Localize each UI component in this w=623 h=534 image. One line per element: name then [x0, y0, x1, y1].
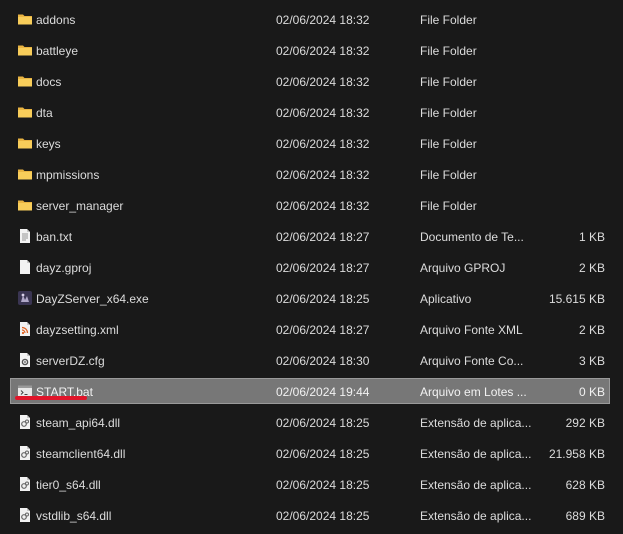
- file-name: serverDZ.cfg: [36, 353, 105, 368]
- file-name: ban.txt: [36, 229, 73, 244]
- start-bat-red-underline: [15, 396, 87, 400]
- file-modified-date: 02/06/2024 18:27: [276, 322, 370, 337]
- file-size: 0 KB: [578, 384, 605, 399]
- dll-file-icon: [17, 476, 33, 492]
- file-row-dta[interactable]: dta 02/06/2024 18:32 File Folder: [10, 99, 610, 125]
- file-modified-date: 02/06/2024 18:32: [276, 105, 370, 120]
- file-type: File Folder: [420, 105, 477, 120]
- folder-icon: [17, 73, 33, 89]
- file-row-serverdz-cfg[interactable]: serverDZ.cfg 02/06/2024 18:30 Arquivo Font…: [10, 347, 610, 373]
- file-name: DayZServer_x64.exe: [36, 291, 149, 306]
- file-type: Arquivo Fonte Co...: [420, 353, 524, 368]
- file-size: 15.615 KB: [548, 291, 605, 306]
- file-name: dayzsetting.xml: [36, 322, 119, 337]
- file-name: docs: [36, 74, 62, 89]
- file-name: keys: [36, 136, 61, 151]
- file-name: battleye: [36, 43, 79, 58]
- file-name: dayz.gproj: [36, 260, 92, 275]
- file-type: File Folder: [420, 198, 477, 213]
- file-modified-date: 02/06/2024 18:32: [276, 167, 370, 182]
- file-size: 2 KB: [578, 322, 605, 337]
- file-type: File Folder: [420, 43, 477, 58]
- file-modified-date: 02/06/2024 18:30: [276, 353, 370, 368]
- file-type: Extensão de aplica...: [420, 477, 532, 492]
- file-row-keys[interactable]: keys 02/06/2024 18:32 File Folder: [10, 130, 610, 156]
- file-modified-date: 02/06/2024 19:44: [276, 384, 370, 399]
- file-row-start-bat[interactable]: START.bat 02/06/2024 19:44 Arquivo em Lote…: [10, 377, 610, 404]
- file-name: steamclient64.dll: [36, 446, 126, 461]
- file-type: File Folder: [420, 167, 477, 182]
- file-size: 689 KB: [565, 508, 605, 523]
- dll-file-icon: [17, 507, 33, 523]
- file-name: server_manager: [36, 198, 124, 213]
- file-type: Extensão de aplica...: [420, 508, 532, 523]
- file-modified-date: 02/06/2024 18:32: [276, 43, 370, 58]
- file-size: 628 KB: [565, 477, 605, 492]
- file-row-ban-txt[interactable]: ban.txt 02/06/2024 18:27 Documento de Te..…: [10, 223, 610, 249]
- folder-icon: [17, 197, 33, 213]
- file-row-server-manager[interactable]: server_manager 02/06/2024 18:32 File Folde…: [10, 192, 610, 218]
- file-row-vstdlib-s64-dll[interactable]: vstdlib_s64.dll 02/06/2024 18:25 Extensão …: [10, 502, 610, 528]
- folder-icon: [17, 166, 33, 182]
- xml-file-icon: [17, 321, 33, 337]
- dayz-app-icon: [17, 290, 33, 306]
- file-name: steam_api64.dll: [36, 415, 121, 430]
- file-modified-date: 02/06/2024 18:25: [276, 446, 370, 461]
- file-row-dayzsetting-xml[interactable]: dayzsetting.xml 02/06/2024 18:27 Arquivo F…: [10, 316, 610, 342]
- file-type: File Folder: [420, 12, 477, 27]
- file-name: tier0_s64.dll: [36, 477, 101, 492]
- file-name: addons: [36, 12, 76, 27]
- file-row-dayzserver-x64-exe[interactable]: DayZServer_x64.exe 02/06/2024 18:25 Aplica…: [10, 285, 610, 311]
- config-file-icon: [17, 352, 33, 368]
- file-row-dayz-gproj[interactable]: dayz.gproj 02/06/2024 18:27 Arquivo GPROJ 2…: [10, 254, 610, 280]
- file-name: vstdlib_s64.dll: [36, 508, 112, 523]
- file-type: Arquivo GPROJ: [420, 260, 506, 275]
- file-type: Extensão de aplica...: [420, 446, 532, 461]
- file-row-steam-api64-dll[interactable]: steam_api64.dll 02/06/2024 18:25 Extensão …: [10, 409, 610, 435]
- file-modified-date: 02/06/2024 18:25: [276, 508, 370, 523]
- folder-icon: [17, 135, 33, 151]
- file-name: mpmissions: [36, 167, 100, 182]
- file-type: Extensão de aplica...: [420, 415, 532, 430]
- file-type: Arquivo Fonte XML: [420, 322, 523, 337]
- file-modified-date: 02/06/2024 18:27: [276, 260, 370, 275]
- folder-icon: [17, 11, 33, 27]
- file-modified-date: 02/06/2024 18:27: [276, 229, 370, 244]
- file-size: 3 KB: [578, 353, 605, 368]
- text-file-icon: [17, 228, 33, 244]
- file-row-docs[interactable]: docs 02/06/2024 18:32 File Folder: [10, 68, 610, 94]
- file-type: File Folder: [420, 136, 477, 151]
- file-row-mpmissions[interactable]: mpmissions 02/06/2024 18:32 File Folder: [10, 161, 610, 187]
- file-modified-date: 02/06/2024 18:32: [276, 74, 370, 89]
- file-modified-date: 02/06/2024 18:32: [276, 12, 370, 27]
- folder-icon: [17, 42, 33, 58]
- file-size: 2 KB: [578, 260, 605, 275]
- file-size: 21.958 KB: [548, 446, 605, 461]
- file-modified-date: 02/06/2024 18:25: [276, 291, 370, 306]
- file-modified-date: 02/06/2024 18:25: [276, 477, 370, 492]
- generic-file-icon: [17, 259, 33, 275]
- file-modified-date: 02/06/2024 18:32: [276, 198, 370, 213]
- file-size: 292 KB: [565, 415, 605, 430]
- file-row-tier0-s64-dll[interactable]: tier0_s64.dll 02/06/2024 18:25 Extensão de…: [10, 471, 610, 497]
- file-list: addons 02/06/2024 18:32 File Folder battley…: [0, 0, 623, 534]
- dll-file-icon: [17, 414, 33, 430]
- file-size: 1 KB: [578, 229, 605, 244]
- dll-file-icon: [17, 445, 33, 461]
- file-type: File Folder: [420, 74, 477, 89]
- file-modified-date: 02/06/2024 18:32: [276, 136, 370, 151]
- file-row-steamclient64-dll[interactable]: steamclient64.dll 02/06/2024 18:25 Extensã…: [10, 440, 610, 466]
- file-type: Documento de Te...: [420, 229, 524, 244]
- folder-icon: [17, 104, 33, 120]
- file-type: Arquivo em Lotes ...: [420, 384, 527, 399]
- file-row-battleye[interactable]: battleye 02/06/2024 18:32 File Folder: [10, 37, 610, 63]
- file-row-addons[interactable]: addons 02/06/2024 18:32 File Folder: [10, 6, 610, 32]
- file-name: dta: [36, 105, 53, 120]
- file-modified-date: 02/06/2024 18:25: [276, 415, 370, 430]
- file-type: Aplicativo: [420, 291, 472, 306]
